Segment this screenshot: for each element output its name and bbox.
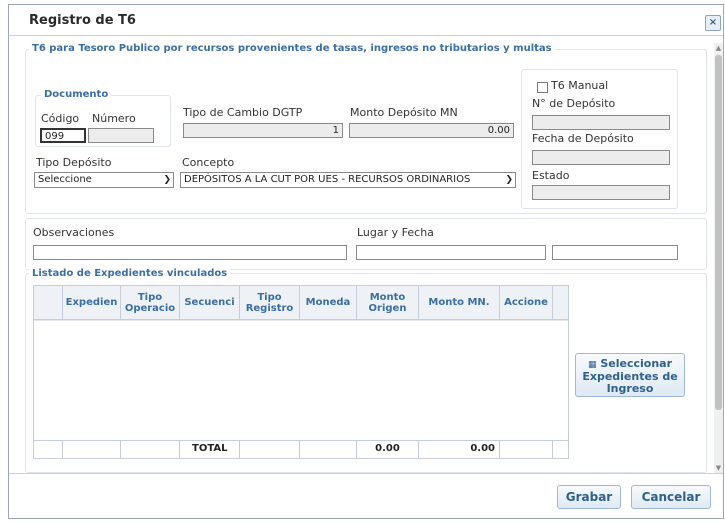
main-section-legend: T6 para Tesoro Publico por recursos prov… [29,43,555,54]
scroll-up-icon[interactable]: ▲ [714,43,723,53]
footer-cell-empty [34,441,63,458]
fecha-input[interactable] [552,245,678,260]
registro-t6-dialog: Registro de T6 × T6 para Tesoro Publico … [8,4,724,519]
footer-monto-mn: 0.00 [419,441,500,458]
seleccionar-label: Seleccionar Expedientes de Ingreso [582,357,678,395]
col-header-select[interactable] [34,286,63,319]
dialog-footer: Grabar Cancelar [9,473,723,518]
codigo-input[interactable]: 099 [40,128,86,143]
tipo-cambio-input[interactable]: 1 [183,123,343,138]
col-header-moneda[interactable]: Moneda [300,286,357,319]
observaciones-input[interactable] [33,245,347,260]
numero-label: Número [92,112,136,125]
calendar-icon: ▦ [587,360,597,370]
dialog-titlebar: Registro de T6 × [9,5,723,36]
vertical-scrollbar[interactable]: ▲ ▼ [714,43,723,473]
monto-deposito-value: 0.00 [487,125,510,136]
footer-total-label: TOTAL [180,441,240,458]
lugar-input[interactable] [356,245,546,260]
footer-cell-empty [240,441,300,458]
footer-cell-empty [500,441,553,458]
monto-deposito-label: Monto Depósito MN [350,106,458,119]
col-header-expediente[interactable]: Expedien [63,286,121,319]
estado-label: Estado [532,169,570,182]
scroll-down-icon[interactable]: ▼ [714,463,723,473]
documento-legend: Documento [41,89,112,100]
concepto-value: DEPÓSITOS A LA CUT POR UES - RECURSOS OR… [184,174,471,185]
fecha-deposito-input[interactable] [532,150,670,165]
col-header-monto-mn[interactable]: Monto MN. [419,286,500,319]
tipo-deposito-select[interactable]: Seleccione ❯ [34,172,174,188]
t6-manual-checkbox[interactable] [537,82,548,93]
footer-cell-empty [63,441,121,458]
table-header: Expedien Tipo Operacio Secuenci Tipo Reg… [34,286,568,320]
row-divider [34,320,568,321]
grabar-button[interactable]: Grabar [557,485,621,509]
footer-cell-empty [300,441,357,458]
expedientes-table: Expedien Tipo Operacio Secuenci Tipo Reg… [33,285,569,459]
tipo-cambio-label: Tipo de Cambio DGTP [183,106,303,119]
chevron-down-icon: ❯ [505,175,513,185]
concepto-select[interactable]: DEPÓSITOS A LA CUT POR UES - RECURSOS OR… [180,172,516,188]
observaciones-label: Observaciones [33,226,115,239]
n-deposito-input[interactable] [532,115,670,130]
col-header-secuencia[interactable]: Secuenci [180,286,240,319]
n-deposito-label: N° de Depósito [532,97,616,110]
fecha-deposito-label: Fecha de Depósito [532,132,634,145]
footer-cell-empty [121,441,180,458]
tipo-deposito-value: Seleccione [38,174,92,185]
tipo-deposito-label: Tipo Depósito [36,156,112,169]
dialog-content: T6 para Tesoro Publico por recursos prov… [25,43,711,473]
concepto-label: Concepto [182,156,235,169]
col-header-tipo-registro[interactable]: Tipo Registro [240,286,300,319]
chevron-down-icon: ❯ [163,175,171,185]
tipo-cambio-value: 1 [332,125,339,136]
cancelar-button[interactable]: Cancelar [631,485,711,509]
estado-input[interactable] [532,185,670,200]
listado-legend: Listado de Expedientes vinculados [29,268,231,279]
seleccionar-expedientes-button[interactable]: ▦ Seleccionar Expedientes de Ingreso [575,353,685,397]
scroll-thumb[interactable] [715,55,722,410]
t6-manual-label: T6 Manual [551,79,609,92]
close-icon[interactable]: × [705,15,721,31]
table-footer: TOTAL 0.00 0.00 [34,440,568,458]
col-header-monto-origen[interactable]: Monto Origen [357,286,419,319]
footer-monto-origen: 0.00 [357,441,419,458]
col-header-tipo-operacion[interactable]: Tipo Operacio [121,286,180,319]
col-header-acciones[interactable]: Accione [500,286,553,319]
codigo-label: Código [41,112,80,125]
lugar-fecha-label: Lugar y Fecha [357,226,434,239]
numero-input[interactable] [88,128,154,143]
dialog-title: Registro de T6 [29,13,136,28]
monto-deposito-input[interactable]: 0.00 [349,123,514,138]
